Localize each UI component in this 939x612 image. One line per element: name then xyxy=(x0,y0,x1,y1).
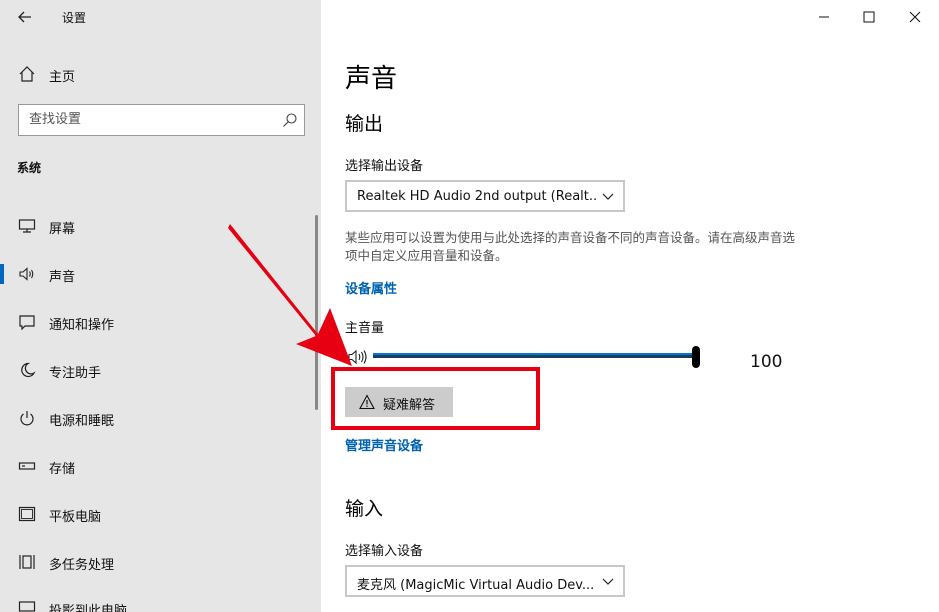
sidebar-item-label: 多任务处理 xyxy=(49,558,115,573)
notification-icon xyxy=(19,315,35,330)
close-button[interactable] xyxy=(903,6,927,28)
output-device-value: Realtek HD Audio 2nd output (Realt... xyxy=(357,189,597,204)
manage-sound-devices-link[interactable]: 管理声音设备 xyxy=(345,435,423,454)
chevron-down-icon xyxy=(602,193,614,200)
output-device-label: 选择输出设备 xyxy=(345,159,424,174)
sidebar-item-home[interactable]: 主页 xyxy=(0,58,321,90)
input-device-label: 选择输入设备 xyxy=(345,544,424,559)
sidebar-item-label: 存储 xyxy=(49,462,76,477)
output-description: 某些应用可以设置为使用与此处选择的声音设备不同的声音设备。请在高级声音选项中自定… xyxy=(345,230,796,263)
search-icon[interactable] xyxy=(282,112,298,128)
power-icon xyxy=(20,411,34,426)
sidebar-item-power-sleep[interactable]: 电源和睡眠 xyxy=(0,400,318,436)
output-heading: 输出 xyxy=(345,113,384,135)
close-icon xyxy=(909,11,921,23)
sidebar-item-multitasking[interactable]: 多任务处理 xyxy=(0,544,318,580)
sidebar-item-tablet[interactable]: 平板电脑 xyxy=(0,496,318,532)
input-heading: 输入 xyxy=(345,498,384,520)
sidebar-item-storage[interactable]: 存储 xyxy=(0,448,318,484)
speaker-icon xyxy=(19,267,34,281)
maximize-icon xyxy=(863,11,875,23)
maximize-button[interactable] xyxy=(857,6,881,28)
annotation-highlight-box xyxy=(331,367,540,430)
chevron-down-icon xyxy=(602,578,614,585)
sidebar-item-label: 通知和操作 xyxy=(49,318,115,333)
sidebar-item-label: 主页 xyxy=(49,70,76,85)
sidebar-item-label: 电源和睡眠 xyxy=(49,414,115,429)
search-input[interactable] xyxy=(29,112,269,127)
back-arrow-icon xyxy=(18,11,31,23)
moon-icon xyxy=(21,362,36,378)
page-title: 声音 xyxy=(345,64,398,94)
output-device-select[interactable]: Realtek HD Audio 2nd output (Realt... xyxy=(345,180,625,212)
minimize-icon xyxy=(819,16,829,18)
minimize-button[interactable] xyxy=(812,6,836,28)
sidebar-item-label: 专注助手 xyxy=(49,366,102,381)
back-button[interactable] xyxy=(14,6,36,28)
annotation-arrow-icon xyxy=(228,224,352,366)
sidebar-item-label: 屏幕 xyxy=(49,222,76,237)
tablet-icon xyxy=(18,506,36,522)
titlebar-left: 设置 xyxy=(0,0,321,34)
sidebar-item-label: 声音 xyxy=(49,270,76,285)
input-device-select[interactable]: 麦克风 (MagicMic Virtual Audio Dev... xyxy=(345,565,625,597)
sidebar-item-projection[interactable]: 投影到此电脑 xyxy=(0,590,318,612)
input-device-value: 麦克风 (MagicMic Virtual Audio Dev... xyxy=(357,578,595,593)
active-indicator xyxy=(0,264,4,284)
storage-icon xyxy=(18,462,36,470)
volume-slider-track[interactable] xyxy=(373,353,695,358)
section-label: 系统 xyxy=(17,161,42,175)
monitor-icon xyxy=(18,219,36,233)
multitask-icon xyxy=(19,555,35,569)
home-icon xyxy=(19,66,35,82)
projection-icon xyxy=(18,601,36,612)
app-title: 设置 xyxy=(62,11,87,25)
sidebar-item-label: 平板电脑 xyxy=(49,510,102,525)
search-box[interactable] xyxy=(18,104,305,136)
sidebar-item-label: 投影到此电脑 xyxy=(49,604,128,612)
volume-slider-thumb[interactable] xyxy=(692,346,700,368)
volume-value: 100 xyxy=(750,352,783,372)
